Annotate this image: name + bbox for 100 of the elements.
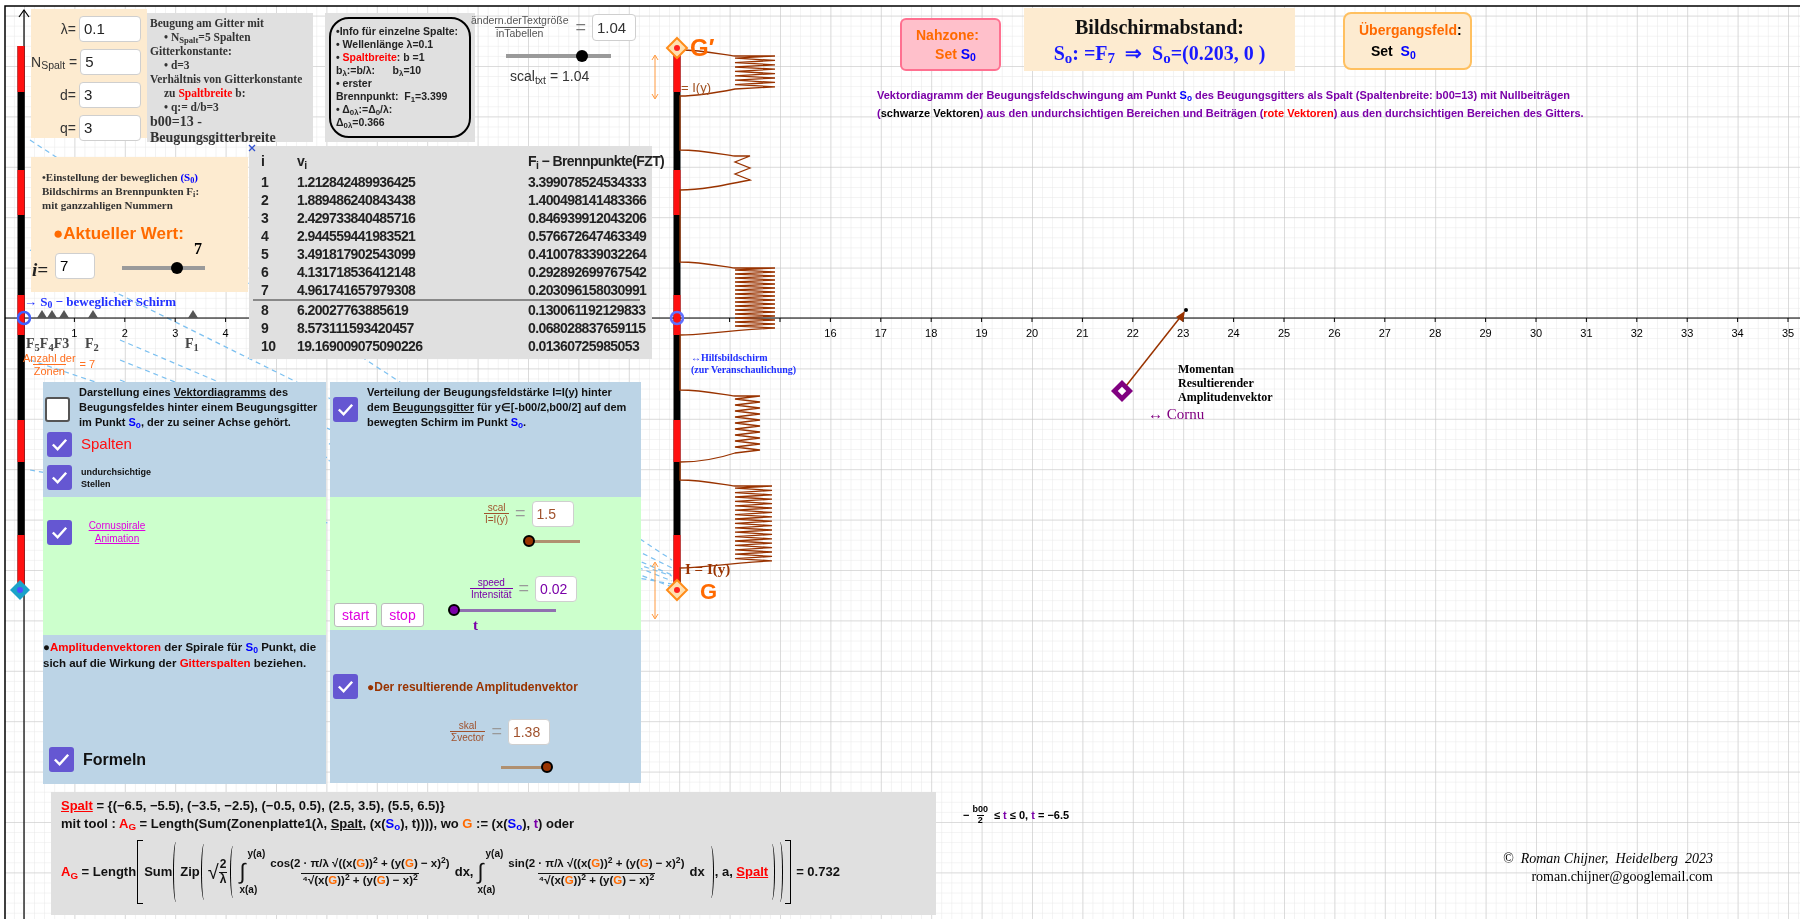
- axis-tick-label: 4: [222, 326, 229, 341]
- info-text: Brennpunkt: F$_{1}$=3.399: [336, 90, 449, 103]
- checkbox-label: undurchsichtige Stellen: [81, 465, 152, 490]
- axis-tick-label: 16: [824, 326, 837, 341]
- zone-button[interactable]: Nahzone: Set S$_{0}$: [900, 18, 1001, 71]
- fraction-denominator: Zonen: [32, 364, 66, 378]
- input-field[interactable]: 3: [79, 82, 141, 108]
- axis-tick-label: 20: [1025, 326, 1039, 341]
- fraction-denominator: ⁴√(x(G))$^{2}$ + (y(G) − x)$^{2}$: [537, 873, 656, 887]
- axis-tick-label: 31: [1580, 326, 1593, 341]
- axis-tick-label: 3: [172, 326, 179, 341]
- table-cell-text: 9: [261, 319, 270, 337]
- fraction-numerator: ändern.derTextgröße: [470, 15, 570, 27]
- field-label: λ=: [60, 19, 76, 39]
- focus-label: F$_{2}$: [85, 335, 99, 354]
- formula-text: mit tool : A$_{G}$ = Length(Sum(Zonenplatte1(λ, Spalt, (x(S$_{o}$), t)))), wo G := (x(S$_{o}$), t) oder: [61, 815, 576, 833]
- axis-tick-label: 22: [1126, 326, 1139, 341]
- action-button[interactable]: start: [334, 603, 378, 627]
- action-button[interactable]: stop: [381, 603, 424, 627]
- integral-limit: x(a): [477, 884, 496, 896]
- fraction-denominator: I=I(y): [484, 513, 510, 525]
- axis-tick-label: 29: [1479, 326, 1492, 341]
- axis-tick-label: 28: [1429, 326, 1442, 341]
- fraction-denominator: Σvector: [450, 731, 486, 743]
- vector-label: Amplitudenvektor: [1178, 390, 1273, 404]
- slider-label: i=: [32, 258, 49, 282]
- input-field[interactable]: 0.1: [79, 16, 141, 42]
- slider-reading: 7: [194, 239, 202, 259]
- info-text: b$_{λ}$:=b/λ: b$_{λ}$=10: [336, 64, 423, 77]
- table-cell-text: 0.203096158030991: [528, 281, 648, 299]
- info-text: •Info für einzelne Spalte:: [336, 25, 460, 38]
- table-cell-text: 8.573111593420457: [297, 319, 415, 337]
- settings-text: •Einstellung der beweglichen (S$_{0}$): [42, 170, 199, 184]
- info-text: Δ$_{0λ}$=0.366: [336, 116, 386, 129]
- table-cell-text: 0.410078339032264: [528, 245, 648, 263]
- zone-button[interactable]: Übergangsfeld: Set S$_{0}$: [1343, 12, 1472, 70]
- settings-text: mit ganzzahligen Nummern: [42, 198, 174, 212]
- input-field[interactable]: 3: [79, 115, 141, 141]
- info-text: Beugung am Gitter mit: [150, 16, 265, 30]
- formula-text: A$_{G}$ = Length: [61, 863, 137, 882]
- screen-note: ↔Hilfsbildschirm: [691, 352, 769, 364]
- axis-tick-label: 21: [1076, 326, 1089, 341]
- formula-text: , a, Spalt: [714, 863, 769, 882]
- formula-result: = 0.732: [796, 863, 840, 882]
- table-cell-text: 6.20027763885619: [297, 301, 410, 319]
- input-field[interactable]: 5: [80, 49, 141, 75]
- equals-sign: =: [518, 577, 530, 600]
- input-field[interactable]: 7: [55, 253, 95, 279]
- info-text: Verhältnis von Gitterkonstante: [150, 72, 304, 86]
- formula-text: −: [963, 808, 970, 824]
- fraction-numerator: 2: [219, 858, 228, 872]
- input-field[interactable]: 1.38: [507, 718, 550, 745]
- table-cell-text: 19.169009075090226: [297, 337, 424, 355]
- fraction-numerator: scal: [486, 502, 507, 513]
- table-cell-text: 8: [261, 301, 270, 319]
- checkbox-label: Darstellung eines Vektordiagramms des Beugungsfeldes hinter einem Beugungsgitter im Punkt S$_{o}$, der zu seiner Achse gehört.: [79, 385, 319, 430]
- axis-tick-label: 32: [1630, 326, 1643, 341]
- info-text: • d=3: [163, 58, 191, 72]
- table-cell-text: 0.068028837659115: [528, 319, 647, 337]
- cornu-label: ↔ Cornu: [1148, 405, 1205, 424]
- axis-tick-label: 25: [1277, 326, 1291, 341]
- formula-text: Sum: [144, 863, 173, 882]
- fraction-denominator: λ: [218, 871, 228, 886]
- axis-tick-label: 1: [71, 326, 78, 341]
- screen-label: → S$_{0}$ − beweglicher Schirm: [24, 293, 177, 312]
- table-cell-text: 1.889486240843438: [297, 191, 417, 209]
- column-header: v$_{i}$: [297, 152, 308, 172]
- column-header: i: [261, 152, 266, 171]
- axis-tick-label: 33: [1681, 326, 1694, 341]
- checkbox-label: Cornuspirale Animation: [87, 519, 147, 545]
- table-cell-text: 4: [261, 227, 270, 245]
- integral-sign: ∫: [477, 860, 484, 884]
- axis-tick-label: 26: [1328, 326, 1341, 341]
- fraction-numerator: b00: [971, 805, 989, 815]
- input-field[interactable]: 0.02: [535, 575, 578, 602]
- email-text: roman.chijner@googlemail.com: [1531, 868, 1713, 886]
- vector-label: Momentan: [1178, 362, 1235, 376]
- info-text: Gitterkonstante:: [150, 45, 233, 58]
- table-cell-text: 3.399078524534333: [528, 173, 648, 191]
- panel-text: ●Amplitudenvektoren der Spirale für S$_{0}$ Punkt, die sich auf die Wirkung der Gitterspalten beziehen.: [43, 640, 318, 671]
- axis-tick-label: 2: [121, 326, 128, 341]
- fraction-denominator: 2: [976, 814, 984, 826]
- info-text: zu Spaltbreite b:: [163, 86, 247, 100]
- description-text: (schwarze Vektoren) aus den undurchsichtigen Bereichen und Beiträgen (rote Vektoren) aus den durchsichtigen Bereichen des Gitters.: [877, 106, 1584, 121]
- axis-tick-label: 35: [1781, 326, 1795, 341]
- table-cell-text: 6: [261, 263, 270, 281]
- axis-tick-label: 18: [925, 326, 938, 341]
- fraction-numerator: cos(2 · π/λ √((x(G))$^{2}$ + (y(G) − x)$^{2}$): [269, 857, 451, 870]
- table-cell-text: 1.400498141483366: [528, 191, 648, 209]
- slider-reading: scal$_{txt}$ = 1.04: [510, 67, 590, 87]
- input-field[interactable]: 1.04: [592, 14, 636, 41]
- slider-caption: t: [473, 616, 478, 635]
- fraction-denominator: ⁴√(x(G))$^{2}$ + (y(G) − x)$^{2}$: [301, 873, 419, 887]
- input-field[interactable]: 1.5: [531, 500, 574, 527]
- table-cell-text: 0.130061192129833: [528, 301, 647, 319]
- table-cell-text: 2: [261, 191, 270, 209]
- current-value-label: ●Aktueller Wert:: [53, 223, 184, 245]
- field-label: N$_{Spalt}$ =: [31, 52, 78, 73]
- formula-text: Spalt = {(−6.5, −5.5), (−3.5, −2.5), (−0.5, 0.5), (2.5, 3.5), (5.5, 6.5)}: [61, 797, 446, 815]
- integral-limit: y(a): [484, 848, 504, 860]
